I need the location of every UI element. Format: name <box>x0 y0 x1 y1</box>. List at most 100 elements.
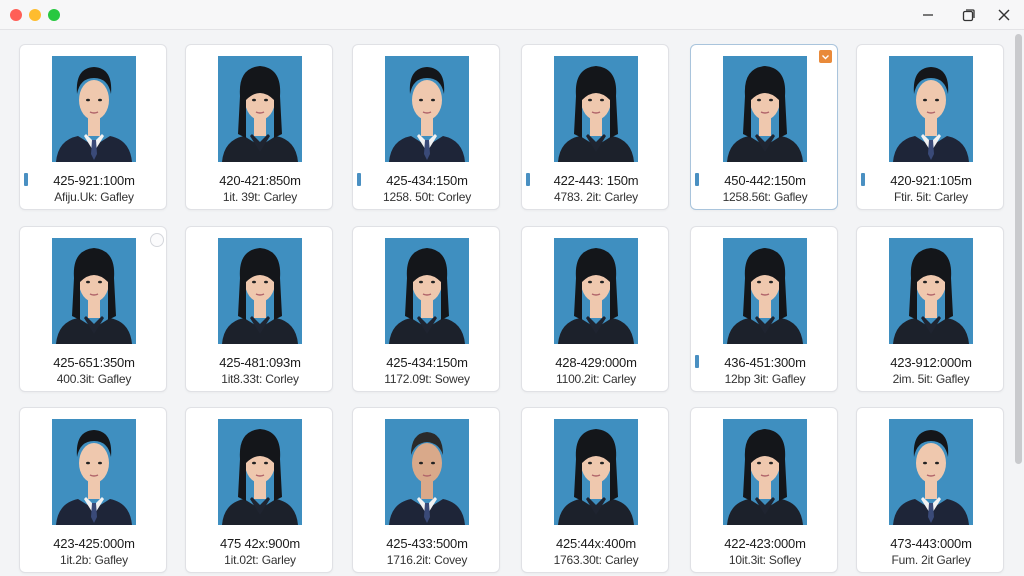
id-photo-thumbnail <box>218 238 302 344</box>
id-photo-thumbnail <box>385 419 469 525</box>
photo-caption-secondary: 1it.2b: Gafley <box>60 553 128 567</box>
portrait-image <box>889 419 973 525</box>
photo-caption-primary: 420-921:105m <box>890 173 972 188</box>
photo-caption-secondary: 4783. 2it: Carley <box>554 190 638 204</box>
select-radio[interactable] <box>150 233 164 247</box>
photo-card[interactable]: 422-423:000m 10it.3it: Sofley <box>690 407 838 573</box>
id-photo-thumbnail <box>723 56 807 162</box>
photo-card[interactable]: 436-451:300m 12bp 3it: Gafley <box>690 226 838 392</box>
photo-card[interactable]: 425-434:150m 1258. 50t: Corley <box>352 44 500 210</box>
photo-caption-secondary: 10it.3it: Sofley <box>728 553 802 567</box>
photo-card[interactable]: 420-921:105m Ftir. 5it: Carley <box>856 44 1004 210</box>
photo-card[interactable]: 425-433:500m 1716.2it: Covey <box>352 407 500 573</box>
photo-caption-primary: 425-434:150m <box>386 173 468 188</box>
minimize-icon <box>923 14 933 16</box>
photo-card[interactable]: 473-443:000m Fum. 2it Garley <box>856 407 1004 573</box>
photo-card[interactable]: 423-425:000m 1it.2b: Gafley <box>19 407 167 573</box>
photo-caption-secondary: Fum. 2it Garley <box>891 553 971 567</box>
portrait-image <box>554 238 638 344</box>
photo-caption-secondary: 1it8.33t: Corley <box>221 372 299 386</box>
photo-grid: 425-921:100m Afiju.Uk: Gafley 420-421:850… <box>0 30 1012 576</box>
close-button[interactable] <box>993 4 1015 26</box>
portrait-image <box>554 56 638 162</box>
portrait-image <box>723 238 807 344</box>
photo-caption-primary: 436-451:300m <box>724 355 806 370</box>
id-photo-thumbnail <box>554 56 638 162</box>
id-photo-thumbnail <box>218 419 302 525</box>
photo-caption-secondary: Ftir. 5it: Carley <box>894 190 968 204</box>
photo-caption-secondary: 1763.30t: Carley <box>553 553 639 567</box>
scrollbar-thumb[interactable] <box>1015 34 1022 464</box>
id-photo-thumbnail <box>52 419 136 525</box>
id-photo-thumbnail <box>554 419 638 525</box>
photo-caption-primary: 425-651:350m <box>53 355 135 370</box>
scrollbar[interactable] <box>1013 30 1024 576</box>
photo-card[interactable]: 425-481:093m 1it8.33t: Corley <box>185 226 333 392</box>
id-photo-thumbnail <box>723 419 807 525</box>
portrait-image <box>385 419 469 525</box>
photo-caption-secondary: Afiju.Uk: Gafley <box>54 190 134 204</box>
photo-card[interactable]: 420-421:850m 1it. 39t: Carley <box>185 44 333 210</box>
id-photo-thumbnail <box>218 56 302 162</box>
photo-caption-primary: 423-912:000m <box>890 355 972 370</box>
portrait-image <box>52 238 136 344</box>
photo-card[interactable]: 423-912:000m 2im. 5it: Gafley <box>856 226 1004 392</box>
selected-check-icon[interactable] <box>819 50 832 63</box>
portrait-image <box>723 419 807 525</box>
photo-card[interactable]: 425:44x:400m 1763.30t: Carley <box>521 407 669 573</box>
portrait-image <box>889 238 973 344</box>
photo-caption-secondary: 1716.2it: Covey <box>386 553 468 567</box>
photo-card[interactable]: 475 42x:900m 1it.02t: Garley <box>185 407 333 573</box>
photo-caption-secondary: 1258.56t: Gafley <box>722 190 808 204</box>
photo-card[interactable]: 425-434:150m 1172.09t: Sowey <box>352 226 500 392</box>
zoom-traffic-light[interactable] <box>48 9 60 21</box>
photo-card[interactable]: 425-921:100m Afiju.Uk: Gafley <box>19 44 167 210</box>
photo-caption-secondary: 1it.02t: Garley <box>224 553 296 567</box>
portrait-image <box>52 56 136 162</box>
photo-caption-secondary: 1100.2it: Carley <box>556 372 636 386</box>
photo-card[interactable]: 450-442:150m 1258.56t: Gafley <box>690 44 838 210</box>
photo-caption-primary: 422-423:000m <box>724 536 806 551</box>
maximize-icon <box>962 8 975 21</box>
id-photo-thumbnail <box>385 238 469 344</box>
photo-caption-secondary: 1172.09t: Sowey <box>384 372 470 386</box>
photo-caption-primary: 425-921:100m <box>53 173 135 188</box>
photo-caption-primary: 475 42x:900m <box>220 536 300 551</box>
portrait-image <box>385 56 469 162</box>
window-titlebar <box>0 0 1024 30</box>
photo-caption-secondary: 12bp 3it: Gafley <box>724 372 806 386</box>
portrait-image <box>218 238 302 344</box>
photo-caption-secondary: 1it. 39t: Carley <box>222 190 298 204</box>
photo-caption-primary: 473-443:000m <box>890 536 972 551</box>
portrait-image <box>889 56 973 162</box>
portrait-image <box>52 419 136 525</box>
photo-card[interactable]: 422-443: 150m 4783. 2it: Carley <box>521 44 669 210</box>
portrait-image <box>723 56 807 162</box>
photo-caption-primary: 422-443: 150m <box>553 173 639 188</box>
id-photo-thumbnail <box>385 56 469 162</box>
minimize-traffic-light[interactable] <box>29 9 41 21</box>
photo-caption-secondary: 2im. 5it: Gafley <box>892 372 970 386</box>
id-photo-thumbnail <box>889 238 973 344</box>
portrait-image <box>554 419 638 525</box>
photo-caption-primary: 425:44x:400m <box>556 536 636 551</box>
photo-caption-primary: 423-425:000m <box>53 536 135 551</box>
photo-caption-primary: 425-433:500m <box>386 536 468 551</box>
photo-card[interactable]: 425-651:350m 400.3it: Gafley <box>19 226 167 392</box>
portrait-image <box>218 56 302 162</box>
photo-caption-secondary: 400.3it: Gafley <box>56 372 132 386</box>
close-traffic-light[interactable] <box>10 9 22 21</box>
photo-caption-primary: 420-421:850m <box>219 173 301 188</box>
photo-caption-secondary: 1258. 50t: Corley <box>383 190 471 204</box>
id-photo-thumbnail <box>52 238 136 344</box>
id-photo-thumbnail <box>889 419 973 525</box>
id-photo-thumbnail <box>52 56 136 162</box>
maximize-button[interactable] <box>957 4 979 26</box>
photo-card[interactable]: 428-429:000m 1100.2it: Carley <box>521 226 669 392</box>
id-photo-thumbnail <box>554 238 638 344</box>
close-icon <box>998 9 1010 21</box>
photo-caption-primary: 425-434:150m <box>386 355 468 370</box>
minimize-button[interactable] <box>917 4 939 26</box>
id-photo-thumbnail <box>723 238 807 344</box>
photo-caption-primary: 428-429:000m <box>555 355 637 370</box>
